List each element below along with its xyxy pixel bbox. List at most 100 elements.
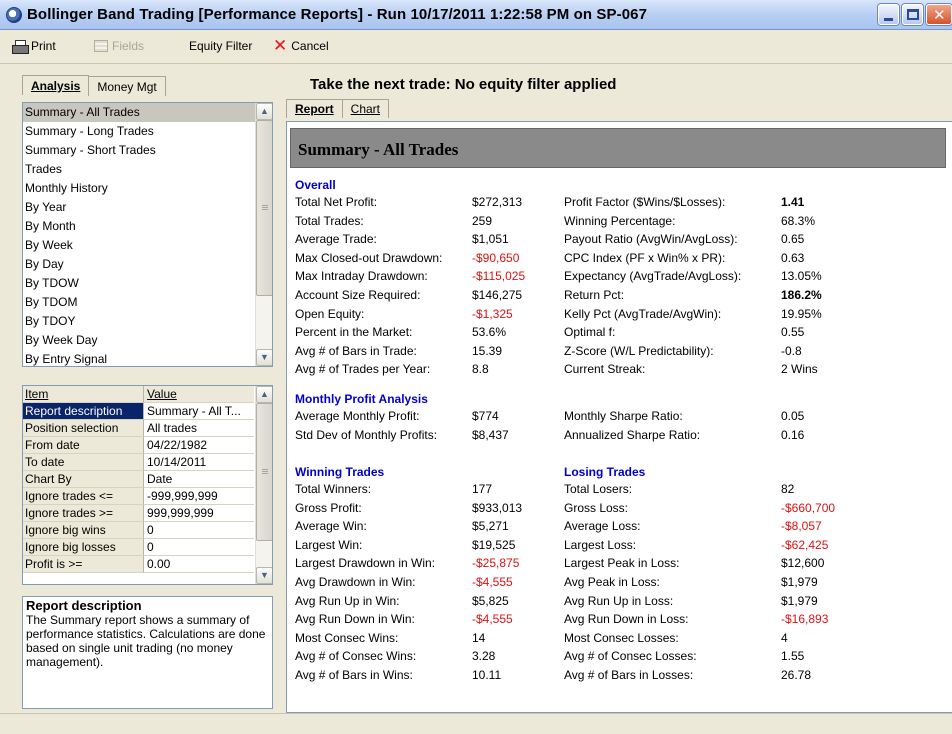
list-item[interactable]: Summary - Long Trades — [23, 122, 272, 141]
property-name: To date — [23, 454, 144, 471]
property-value[interactable]: Date — [144, 471, 254, 488]
list-item[interactable]: By TDOY — [23, 312, 272, 331]
table-row[interactable]: Ignore big losses 0 — [23, 539, 272, 556]
stat-value: 259 — [472, 213, 493, 228]
report-type-list[interactable]: Summary - All Trades Summary - Long Trad… — [22, 102, 273, 367]
print-button[interactable]: Print — [12, 39, 56, 54]
section-heading-monthly: Monthly Profit Analysis — [295, 392, 428, 406]
list-item[interactable]: Monthly History — [23, 179, 272, 198]
equity-filter-button[interactable]: Equity Filter — [189, 39, 252, 53]
property-value[interactable]: -999,999,999 — [144, 488, 254, 505]
property-value[interactable]: 04/22/1982 — [144, 437, 254, 454]
stat-label: Total Losers: — [564, 482, 633, 496]
stat-value: 1.41 — [781, 195, 805, 209]
list-item[interactable]: Trades — [23, 160, 272, 179]
stat-label: Avg Run Up in Win: — [295, 593, 400, 608]
report-title-banner: Summary - All Trades — [290, 128, 946, 168]
stat-label: Avg Run Up in Loss: — [564, 593, 674, 608]
property-value[interactable]: 10/14/2011 — [144, 454, 254, 471]
stat-value: -$4,555 — [472, 575, 513, 589]
report-properties-grid[interactable]: Item Value Report description Summary - … — [22, 385, 273, 585]
cancel-button[interactable]: ✕ Cancel — [273, 38, 329, 55]
property-value[interactable]: 0.00 — [144, 556, 254, 573]
maximize-button[interactable] — [902, 4, 923, 25]
column-header-value[interactable]: Value — [144, 386, 254, 403]
table-row[interactable]: Chart By Date — [23, 471, 272, 488]
table-row[interactable]: Profit is >= 0.00 — [23, 556, 272, 573]
stat-label: Kelly Pct (AvgTrade/AvgWin): — [564, 306, 722, 321]
table-row[interactable]: To date 10/14/2011 — [23, 454, 272, 471]
stat-value: -$25,875 — [472, 556, 520, 571]
grid-header: Item Value — [23, 386, 272, 403]
stat-value: 0.05 — [781, 409, 805, 423]
property-name: Profit is >= — [23, 556, 144, 573]
stat-value: $12,600 — [781, 556, 825, 571]
stat-label: Largest Loss: — [564, 537, 637, 552]
stat-value: 0.63 — [781, 250, 805, 265]
table-row[interactable]: Ignore trades >= 999,999,999 — [23, 505, 272, 522]
tab-money-mgt[interactable]: Money Mgt — [88, 76, 166, 96]
stat-value: 3.28 — [472, 649, 496, 664]
properties-scrollbar[interactable]: ▲ ▼ — [255, 386, 272, 584]
property-value[interactable]: 0 — [144, 522, 254, 539]
stat-value: -$1,325 — [472, 306, 513, 321]
stat-label: Avg Peak in Loss: — [564, 575, 660, 589]
table-row[interactable]: From date 04/22/1982 — [23, 437, 272, 454]
tab-analysis[interactable]: Analysis — [22, 75, 90, 95]
column-header-item[interactable]: Item — [23, 386, 144, 403]
fields-button[interactable]: Fields — [94, 39, 144, 53]
list-item[interactable]: By TDOW — [23, 274, 272, 293]
property-name: Ignore big losses — [23, 539, 144, 556]
list-item[interactable]: By Month — [23, 217, 272, 236]
list-item[interactable]: By Entry Signal — [23, 350, 272, 366]
stat-label: Avg # of Bars in Trade: — [295, 343, 417, 358]
list-item[interactable]: By Week — [23, 236, 272, 255]
stat-value: -$660,700 — [781, 500, 836, 515]
minimize-button[interactable] — [878, 4, 899, 25]
list-item[interactable]: By Year — [23, 198, 272, 217]
stat-value: 26.78 — [781, 668, 812, 682]
list-item[interactable]: By Week Day — [23, 331, 272, 350]
property-value[interactable]: All trades — [144, 420, 254, 437]
report-description-panel: Report description The Summary report sh… — [22, 596, 273, 709]
stat-label: Gross Loss: — [564, 500, 629, 515]
property-value[interactable]: Summary - All T... — [144, 403, 254, 420]
stat-label: Account Size Required: — [295, 288, 421, 302]
stat-value: 68.3% — [781, 213, 816, 228]
stat-label: Largest Win: — [295, 537, 363, 552]
table-row[interactable]: Position selection All trades — [23, 420, 272, 437]
scroll-up-arrow-icon[interactable]: ▲ — [256, 103, 272, 120]
scroll-down-arrow-icon[interactable]: ▼ — [256, 567, 272, 584]
scroll-up-arrow-icon[interactable]: ▲ — [256, 386, 272, 403]
scroll-thumb[interactable] — [256, 403, 272, 541]
stat-label: Most Consec Wins: — [295, 630, 399, 645]
property-name: From date — [23, 437, 144, 454]
stat-value: 4 — [781, 630, 788, 645]
window-title: Bollinger Band Trading [Performance Repo… — [27, 6, 648, 23]
list-item[interactable]: By Day — [23, 255, 272, 274]
stat-value: -$115,025 — [472, 269, 526, 284]
table-row[interactable]: Report description Summary - All T... — [23, 403, 272, 420]
table-row[interactable]: Ignore trades <= -999,999,999 — [23, 488, 272, 505]
report-list-scrollbar[interactable]: ▲ ▼ — [255, 103, 272, 366]
scroll-thumb[interactable] — [256, 120, 272, 296]
stat-value: $146,275 — [472, 288, 523, 302]
table-row[interactable]: Ignore big wins 0 — [23, 522, 272, 539]
list-item[interactable]: Summary - All Trades — [23, 103, 272, 122]
property-value[interactable]: 999,999,999 — [144, 505, 254, 522]
section-heading-winning: Winning Trades — [295, 465, 385, 479]
list-item[interactable]: Summary - Short Trades — [23, 141, 272, 160]
app-icon[interactable] — [6, 7, 22, 23]
property-name: Position selection — [23, 420, 144, 437]
close-button[interactable]: ✕ — [926, 4, 952, 25]
left-tab-strip: Analysis Money Mgt — [22, 75, 166, 96]
tab-chart-label: Chart — [350, 102, 381, 116]
list-item[interactable]: By TDOM — [23, 293, 272, 312]
stat-value: 10.11 — [472, 668, 502, 682]
tab-chart[interactable]: Chart — [341, 99, 390, 118]
toolbar: Print Fields Equity Filter ✕ Cancel — [0, 30, 952, 64]
tab-report[interactable]: Report — [286, 99, 343, 118]
property-value[interactable]: 0 — [144, 539, 254, 556]
scroll-down-arrow-icon[interactable]: ▼ — [256, 349, 272, 366]
title-bar[interactable]: Bollinger Band Trading [Performance Repo… — [0, 0, 952, 30]
